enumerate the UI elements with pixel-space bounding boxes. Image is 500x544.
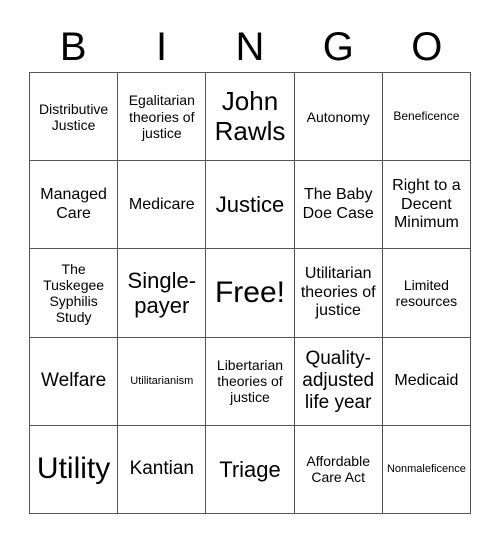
bingo-cell[interactable]: Managed Care (30, 161, 119, 250)
bingo-cell[interactable]: Autonomy (294, 73, 383, 162)
bingo-cell[interactable]: Egalitarian theories of justice (118, 73, 207, 162)
header-letter-i: I (156, 25, 168, 69)
bingo-cell[interactable]: Right to a Decent Minimum (382, 161, 471, 250)
bingo-cell[interactable]: Triage (206, 425, 295, 514)
bingo-cell[interactable]: Limited resources (382, 249, 471, 338)
bingo-cell[interactable]: Kantian (118, 425, 207, 514)
bingo-cell[interactable]: Medicaid (382, 337, 471, 426)
bingo-cell[interactable]: Utilitarianism (118, 337, 207, 426)
bingo-cell[interactable]: John Rawls (206, 73, 295, 162)
bingo-cell[interactable]: Medicare (118, 161, 207, 250)
bingo-cell[interactable]: Utility (30, 425, 119, 514)
bingo-header: B I N G O (29, 22, 471, 72)
free-space-cell[interactable]: Free! (206, 249, 295, 338)
header-letter-n: N (235, 25, 265, 69)
header-letter-b: B (59, 25, 87, 69)
bingo-cell[interactable]: The Baby Doe Case (294, 161, 383, 250)
bingo-cell[interactable]: Utilitarian theories of justice (294, 249, 383, 338)
bingo-cell[interactable]: Justice (206, 161, 295, 250)
header-letter-o: O (411, 25, 443, 69)
bingo-cell[interactable]: The Tuskegee Syphilis Study (30, 249, 119, 338)
bingo-cell[interactable]: Libertarian theories of justice (206, 337, 295, 426)
bingo-cell[interactable]: Distributive Justice (30, 73, 119, 162)
bingo-cell[interactable]: Affordable Care Act (294, 425, 383, 514)
bingo-board: Distributive Justice Egalitarian theorie… (29, 72, 471, 514)
header-letter-g: G (322, 25, 354, 69)
bingo-cell[interactable]: Quality-adjusted life year (294, 337, 383, 426)
bingo-cell[interactable]: Nonmaleficence (382, 425, 471, 514)
bingo-cell[interactable]: Beneficence (382, 73, 471, 162)
bingo-cell[interactable]: Single-payer (118, 249, 207, 338)
bingo-cell[interactable]: Welfare (30, 337, 119, 426)
